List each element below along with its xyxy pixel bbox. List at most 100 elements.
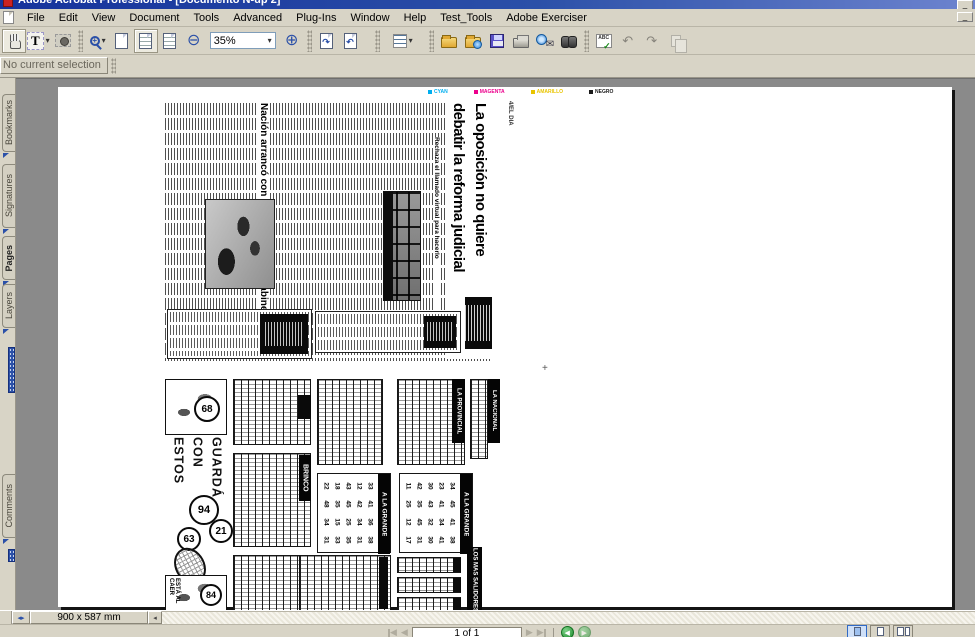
spell-check-button[interactable]: ABC✓ xyxy=(592,29,616,53)
fit-page-button[interactable] xyxy=(134,29,158,53)
zoom-in-button[interactable]: ⊕ xyxy=(280,29,304,53)
email-button[interactable]: ✉ xyxy=(533,29,557,53)
save-button[interactable] xyxy=(485,29,509,53)
next-page-button[interactable]: ▶ xyxy=(526,627,533,637)
undo-button[interactable]: ↶ xyxy=(616,29,640,53)
previous-page-button[interactable]: ◀ xyxy=(401,627,408,637)
open-button[interactable] xyxy=(437,29,461,53)
redo-icon: ↷ xyxy=(646,34,657,47)
edition-mark: 4/EL DIA xyxy=(507,101,513,126)
chevron-down-icon[interactable]: ▾ xyxy=(409,36,413,45)
rotate-counterclockwise-button[interactable]: ↶ xyxy=(339,29,363,53)
toolbar-grip[interactable] xyxy=(429,30,434,52)
single-page-layout-button[interactable] xyxy=(847,625,867,637)
lottery-cartoon-box: ESTÁ AL CAER 84 xyxy=(165,575,227,610)
menu-bar: FileEditViewDocumentToolsAdvancedPlug-In… xyxy=(0,9,975,27)
hand-icon xyxy=(8,34,21,48)
selection-bar: No current selection xyxy=(0,55,975,78)
panel-splitter-handle[interactable] xyxy=(8,347,15,393)
fit-width-button[interactable] xyxy=(158,29,182,53)
chevron-down-icon[interactable]: ▾ xyxy=(102,36,106,45)
numbered-list-icon xyxy=(393,34,407,48)
menu-test-tools[interactable]: Test_Tools xyxy=(433,10,499,26)
sidebar-tab-signatures[interactable]: Signatures xyxy=(2,164,15,228)
toolbar-grip[interactable] xyxy=(78,30,83,52)
document-icon xyxy=(3,11,14,24)
next-view-button[interactable]: ▶ xyxy=(578,626,591,637)
task-list-button[interactable]: ▾ xyxy=(391,29,415,53)
toolbar-grip[interactable] xyxy=(307,30,312,52)
acrobat-window: Adobe Acrobat Professional - [Documento … xyxy=(0,0,975,637)
print-button[interactable] xyxy=(509,29,533,53)
search-button[interactable] xyxy=(557,29,581,53)
page-size-indicator: 900 x 587 mm xyxy=(30,611,148,624)
zoom-out-button[interactable]: ⊖ xyxy=(182,29,206,53)
page-number-input[interactable]: 1 of 1 xyxy=(412,627,522,637)
copy-icon xyxy=(671,35,681,47)
copy-button[interactable] xyxy=(664,29,688,53)
table-label-chip xyxy=(379,557,388,609)
menu-adobe-exerciser[interactable]: Adobe Exerciser xyxy=(499,10,594,26)
continuous-layout-button[interactable] xyxy=(870,625,890,637)
document-pane[interactable]: CYANMAGENTAAMARILLONEGRO Nación arrancó … xyxy=(16,78,975,610)
menu-window[interactable]: Window xyxy=(343,10,396,26)
scroll-left-button[interactable]: ◂ xyxy=(148,611,162,624)
camera-icon xyxy=(55,34,71,47)
title-bar: Adobe Acrobat Professional - [Documento … xyxy=(0,0,975,9)
menu-help[interactable]: Help xyxy=(397,10,434,26)
chevron-down-icon[interactable]: ▾ xyxy=(46,36,50,45)
facing-layout-button[interactable] xyxy=(893,625,913,637)
menu-view[interactable]: View xyxy=(85,10,123,26)
actual-size-button[interactable] xyxy=(110,29,134,53)
table-header-grande: A LA GRANDE xyxy=(378,474,390,554)
window-title: Adobe Acrobat Professional - [Documento … xyxy=(18,0,975,6)
last-page-button[interactable]: ▶ xyxy=(537,627,546,637)
sidebar-tab-comments[interactable]: Comments xyxy=(2,474,15,538)
lottery-results-page: 68 GUARDÁCONESTOS 94 21 63 ESTÁ AL CAER … xyxy=(165,379,500,610)
menu-tools[interactable]: Tools xyxy=(187,10,227,26)
a-la-grande-panel: 2218431233483545424134152534363133353138… xyxy=(317,473,391,553)
results-strip xyxy=(397,597,461,610)
sidebar-tab-pages[interactable]: Pages xyxy=(2,236,15,280)
table-label-chip xyxy=(298,395,311,419)
previous-view-button[interactable]: ◀ xyxy=(561,626,574,637)
pane-splitter-button[interactable]: ◂▸ xyxy=(12,611,30,624)
magnifier-icon: + xyxy=(90,36,100,46)
menu-plug-ins[interactable]: Plug-Ins xyxy=(289,10,343,26)
table-header-brinco: BRINCO xyxy=(299,455,311,501)
snapshot-tool-button[interactable] xyxy=(51,29,75,53)
promo-black-box xyxy=(465,297,492,349)
window-minimize-button[interactable]: _ xyxy=(957,0,973,9)
open-web-page-button[interactable] xyxy=(461,29,485,53)
redo-button[interactable]: ↷ xyxy=(640,29,664,53)
hand-tool-button[interactable] xyxy=(2,29,26,53)
menu-edit[interactable]: Edit xyxy=(52,10,85,26)
zoom-level-combobox[interactable]: 35% ▾ xyxy=(210,32,276,49)
table-header-nacional: LA NACIONAL xyxy=(488,379,500,443)
rotate-clockwise-button[interactable]: ↷ xyxy=(315,29,339,53)
lottery-number-circle: 84 xyxy=(200,584,222,606)
panel-splitter-handle[interactable] xyxy=(8,549,15,562)
sidebar-tab-layers[interactable]: Layers xyxy=(2,284,15,328)
toolbar-grip[interactable] xyxy=(584,30,589,52)
sidebar-tab-bookmarks[interactable]: Bookmarks xyxy=(2,94,15,152)
menu-advanced[interactable]: Advanced xyxy=(226,10,289,26)
zoom-tool-button[interactable]: + ▾ xyxy=(86,29,110,53)
printer-icon xyxy=(513,38,529,48)
zoom-in-icon: ⊕ xyxy=(285,33,298,49)
rotate-page-icon: ↶ xyxy=(344,33,357,49)
menu-file[interactable]: File xyxy=(20,10,52,26)
toolbar-grip[interactable] xyxy=(375,30,380,52)
open-folder-icon xyxy=(441,37,457,48)
child-minimize-button[interactable]: _ xyxy=(957,12,973,22)
pdf-page: CYANMAGENTAAMARILLONEGRO Nación arrancó … xyxy=(58,87,952,607)
menu-document[interactable]: Document xyxy=(122,10,186,26)
selection-status: No current selection xyxy=(0,57,108,74)
first-page-button[interactable]: ◀ xyxy=(388,627,397,637)
select-text-tool-button[interactable]: T ▾ xyxy=(26,29,51,53)
toolbar-grip[interactable] xyxy=(111,58,116,74)
horizontal-scrollbar-track[interactable] xyxy=(162,611,975,624)
lottery-number-circle: 21 xyxy=(209,519,233,543)
lottery-cartoon-box: 68 xyxy=(165,379,227,435)
table-header-grande: A LA GRANDE xyxy=(460,474,472,554)
